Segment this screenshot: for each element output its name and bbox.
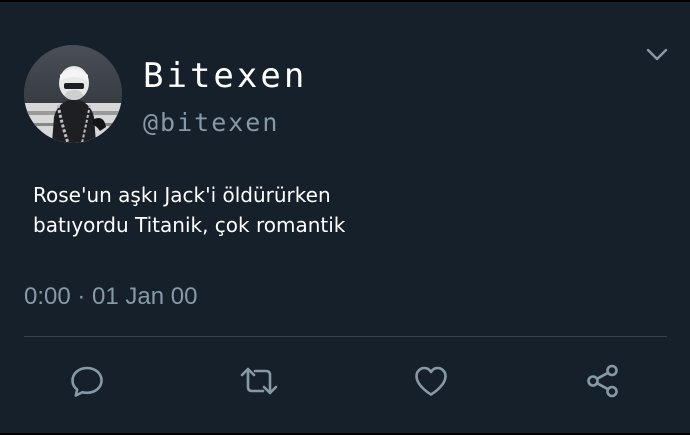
timestamp[interactable]: 0:00 · 01 Jan 00 xyxy=(24,282,197,312)
display-name[interactable]: Bitexen xyxy=(143,54,307,98)
tweet-text-line: batıyordu Titanik, çok romantik xyxy=(33,213,346,237)
share-button[interactable] xyxy=(582,360,624,402)
share-icon xyxy=(587,364,618,398)
avatar[interactable] xyxy=(24,45,122,143)
heart-icon xyxy=(415,366,447,396)
reply-button[interactable] xyxy=(66,360,108,402)
like-button[interactable] xyxy=(410,360,452,402)
retweet-icon xyxy=(240,367,278,395)
retweet-button[interactable] xyxy=(238,360,280,402)
divider xyxy=(24,336,667,337)
tweet-text: Rose'un aşkı Jack'i öldürürken batıyordu… xyxy=(33,180,653,240)
user-handle[interactable]: @bitexen xyxy=(143,106,279,140)
masked-figure-avatar-icon xyxy=(24,45,122,143)
tweet-text-line: Rose'un aşkı Jack'i öldürürken xyxy=(33,183,331,207)
chevron-down-icon[interactable] xyxy=(644,44,670,66)
comment-icon xyxy=(71,366,103,397)
tweet-card: Bitexen @bitexen Rose'un aşkı Jack'i öld… xyxy=(0,0,690,435)
